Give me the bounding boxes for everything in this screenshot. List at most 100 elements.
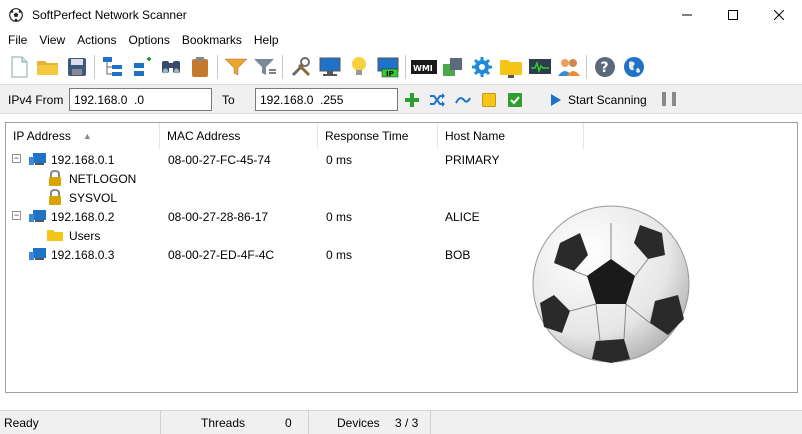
share-name-cell: SYSVOL — [69, 191, 118, 205]
response-time-cell: 0 ms — [326, 153, 353, 167]
filter-options-icon — [253, 59, 276, 75]
share-name-cell: Users — [69, 229, 101, 243]
column-ip-address-label: IP Address — [13, 129, 71, 143]
menu-options[interactable]: Options — [123, 33, 176, 47]
column-response-time[interactable]: Response Time — [318, 123, 438, 149]
shutdown-button[interactable] — [438, 53, 467, 81]
devices-label: Devices — [337, 416, 380, 430]
expand-all-button[interactable] — [98, 53, 127, 81]
minimize-button[interactable] — [664, 0, 710, 30]
ip-range-bar: IPv4 From To Start Scanning — [0, 84, 802, 114]
toolbar: IP WMI ? — [0, 51, 802, 83]
locked-share-icon — [49, 189, 61, 205]
mac-address-cell: 08-00-27-28-86-17 — [168, 210, 269, 224]
tools-icon — [291, 57, 310, 77]
shutdown-icon — [442, 58, 462, 76]
filter-options-button[interactable] — [250, 53, 279, 81]
maximize-button[interactable] — [710, 0, 756, 30]
add-range-button[interactable] — [403, 91, 421, 109]
menu-bookmarks[interactable]: Bookmarks — [176, 33, 248, 47]
collapse-all-icon — [133, 57, 151, 76]
range-wave-button[interactable] — [454, 91, 472, 109]
window-title: SoftPerfect Network Scanner — [32, 8, 187, 22]
new-button[interactable] — [4, 53, 33, 81]
start-scanning-button[interactable]: Start Scanning — [550, 89, 647, 111]
svg-text:WMI: WMI — [413, 64, 433, 73]
save-button[interactable] — [62, 53, 91, 81]
wmi-button[interactable]: WMI — [409, 53, 438, 81]
lightbulb-icon — [351, 57, 366, 75]
help-button[interactable]: ? — [590, 53, 619, 81]
menu-file[interactable]: File — [2, 33, 33, 47]
collapse-all-button[interactable] — [127, 53, 156, 81]
filter-button[interactable] — [221, 53, 250, 81]
host-name-cell: BOB — [445, 248, 471, 262]
maximize-icon — [728, 10, 738, 20]
column-ip-address[interactable]: IP Address ▲ — [6, 123, 160, 149]
host-name-cell: PRIMARY — [445, 153, 500, 167]
pause-button[interactable] — [662, 92, 676, 108]
plus-icon — [405, 93, 419, 107]
threads-label: Threads — [201, 416, 246, 430]
to-label: To — [222, 93, 235, 107]
random-range-button[interactable] — [428, 91, 446, 109]
toolbar-separator — [217, 55, 218, 79]
close-button[interactable] — [756, 0, 802, 30]
menu-actions[interactable]: Actions — [71, 33, 122, 47]
play-icon — [551, 94, 561, 106]
web-button[interactable] — [619, 53, 648, 81]
clipboard-icon — [191, 57, 208, 77]
find-button[interactable] — [156, 53, 185, 81]
range-check-button[interactable] — [506, 91, 524, 109]
ip-to-input[interactable] — [255, 88, 398, 111]
collapse-toggle[interactable]: − — [12, 211, 21, 220]
status-separator — [160, 411, 161, 434]
remote-computer-button[interactable] — [315, 53, 344, 81]
ip-address-cell: 192.168.0.1 — [51, 153, 115, 167]
toolbar-separator — [282, 55, 283, 79]
column-host-name[interactable]: Host Name — [438, 123, 584, 149]
ip-button[interactable]: IP — [373, 53, 402, 81]
shuffle-icon — [430, 93, 445, 107]
save-icon — [67, 58, 86, 76]
results-header: IP Address ▲ MAC Address Response Time H… — [6, 123, 797, 149]
column-mac-address[interactable]: MAC Address — [160, 123, 318, 149]
folder-button[interactable] — [496, 53, 525, 81]
note-icon — [482, 93, 496, 107]
table-row[interactable]: − 192.168.0.1 08-00-27-FC-45-74 0 ms PRI… — [6, 150, 797, 169]
lightbulb-button[interactable] — [344, 53, 373, 81]
toolbar-separator — [586, 55, 587, 79]
wave-icon — [455, 97, 471, 104]
response-time-cell: 0 ms — [326, 210, 353, 224]
minimize-icon — [682, 14, 692, 16]
menu-view[interactable]: View — [33, 33, 71, 47]
monitor-button[interactable] — [525, 53, 554, 81]
settings-button[interactable] — [467, 53, 496, 81]
users-button[interactable] — [554, 53, 583, 81]
open-button[interactable] — [33, 53, 62, 81]
network-computer-icon — [29, 210, 46, 222]
status-bar: Ready Threads 0 Devices 3 / 3 — [0, 410, 802, 434]
open-folder-icon — [36, 61, 58, 75]
svg-text:IP: IP — [386, 70, 394, 78]
status-text: Ready — [4, 416, 39, 430]
new-icon — [11, 56, 27, 78]
menu-bar: File View Actions Options Bookmarks Help — [0, 30, 802, 50]
ip-from-input[interactable] — [69, 88, 212, 111]
clipboard-button[interactable] — [185, 53, 214, 81]
collapse-toggle[interactable]: − — [12, 154, 21, 163]
tools-button[interactable] — [286, 53, 315, 81]
range-note-button[interactable] — [480, 91, 498, 109]
start-scanning-label: Start Scanning — [568, 93, 647, 107]
share-row[interactable]: NETLOGON — [6, 169, 797, 188]
menu-help[interactable]: Help — [248, 33, 285, 47]
ip-address-cell: 192.168.0.2 — [51, 210, 115, 224]
soccer-ball-app-icon[interactable] — [8, 7, 24, 23]
monitor-icon — [528, 59, 551, 74]
svg-text:?: ? — [600, 60, 608, 76]
host-name-cell: ALICE — [445, 210, 480, 224]
web-icon — [623, 57, 644, 77]
network-computer-icon — [29, 153, 46, 165]
sort-ascending-icon: ▲ — [82, 131, 92, 141]
expand-all-icon — [102, 57, 122, 76]
